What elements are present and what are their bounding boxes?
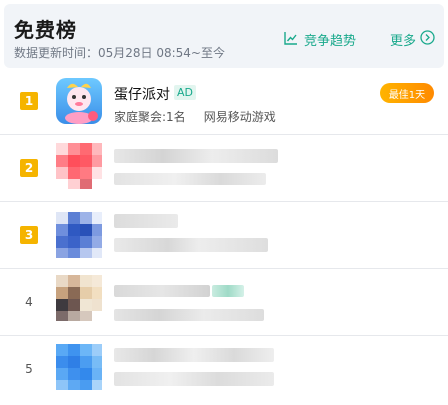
more-label: 更多 <box>390 34 417 49</box>
list-item[interactable]: 5 <box>0 336 448 403</box>
list-item[interactable]: 2 <box>0 135 448 202</box>
app-icon[interactable] <box>56 78 102 124</box>
rank-badge: 3 <box>20 226 38 244</box>
app-name[interactable]: 蛋仔派对 <box>114 84 170 104</box>
app-category-rank: 家庭聚会:1名 <box>114 110 186 124</box>
redacted-app-meta <box>114 238 268 252</box>
page-title: 免费榜 <box>14 18 77 42</box>
list-item[interactable]: 3 <box>0 202 448 269</box>
redacted-app-meta <box>114 309 264 321</box>
app-meta: 家庭聚会:1名 网易移动游戏 <box>114 108 276 125</box>
trend-chart-icon <box>284 30 298 49</box>
redacted-app-name <box>114 285 210 297</box>
app-icon[interactable] <box>56 212 102 258</box>
leaderboard-header: 免费榜 数据更新时间：05月28日 08:54~至今 竞争趋势 更多 <box>4 4 444 68</box>
ad-tag: AD <box>174 85 196 100</box>
rank-badge: 2 <box>20 159 38 177</box>
redacted-app-meta <box>114 372 274 386</box>
update-time: 数据更新时间：05月28日 08:54~至今 <box>14 46 225 60</box>
redacted-app-meta <box>114 173 266 185</box>
app-icon[interactable] <box>56 275 102 321</box>
best-rank-badge: 最佳1天 <box>380 83 434 103</box>
chevron-right-circle-icon <box>420 30 435 49</box>
list-item[interactable]: 1 蛋仔派对 AD 家庭聚会:1名 网易移动游戏 最佳1天 <box>0 68 448 135</box>
trend-label: 竞争趋势 <box>304 34 357 49</box>
rank-number: 4 <box>25 295 33 309</box>
more-button[interactable]: 更多 <box>390 30 435 49</box>
redacted-app-name <box>114 149 278 163</box>
redacted-app-name <box>114 214 178 228</box>
app-icon[interactable] <box>56 344 102 390</box>
competition-trend-button[interactable]: 竞争趋势 <box>284 30 356 49</box>
rank-number: 5 <box>25 362 33 376</box>
redacted-app-name <box>114 348 274 362</box>
rank-badge: 1 <box>20 92 38 110</box>
list-item[interactable]: 4 <box>0 269 448 336</box>
app-icon[interactable] <box>56 143 102 189</box>
redacted-ad-tag <box>212 285 244 297</box>
app-publisher: 网易移动游戏 <box>203 110 276 124</box>
